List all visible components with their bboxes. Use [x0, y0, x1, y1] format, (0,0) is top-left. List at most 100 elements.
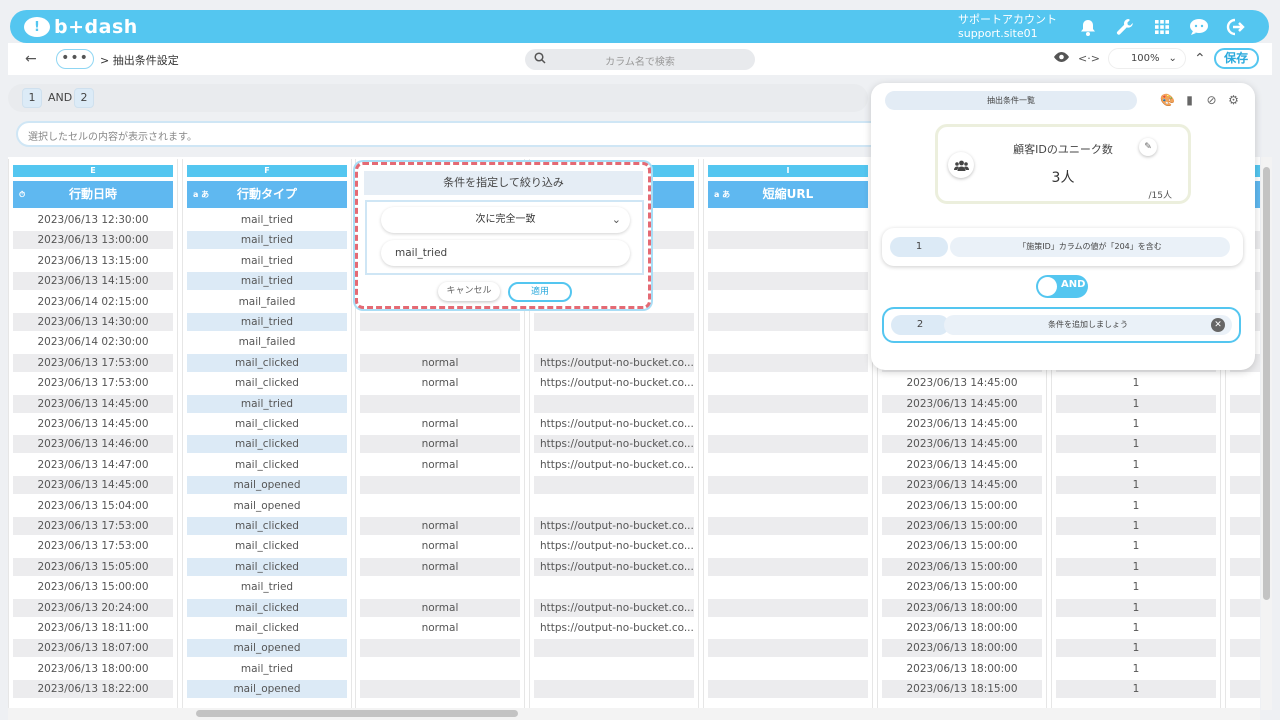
table-cell[interactable]	[1230, 557, 1260, 576]
table-cell[interactable]: 2023/06/13 14:46:00	[13, 435, 173, 454]
table-cell[interactable]: https://output-no-bucket.co...	[534, 456, 694, 474]
table-cell[interactable]: 1	[1056, 517, 1216, 535]
table-cell[interactable]: normal	[360, 415, 520, 433]
table-cell[interactable]: mail_tried	[187, 394, 347, 413]
condition-chip-2[interactable]: 2	[74, 88, 94, 108]
table-cell[interactable]: normal	[360, 619, 520, 637]
table-cell[interactable]: 1	[1056, 639, 1216, 658]
table-cell[interactable]	[1230, 619, 1260, 637]
table-cell[interactable]: mail_clicked	[187, 435, 347, 454]
table-cell[interactable]: 2023/06/13 17:53:00	[13, 374, 173, 392]
grid-icon[interactable]	[1149, 16, 1174, 38]
code-icon[interactable]: <·>	[1078, 52, 1100, 65]
table-cell[interactable]: 2023/06/13 18:11:00	[13, 619, 173, 637]
table-cell[interactable]: 2023/06/13 12:30:00	[13, 211, 173, 229]
table-cell[interactable]: https://output-no-bucket.co...	[534, 374, 694, 392]
table-cell[interactable]	[708, 415, 868, 433]
table-cell[interactable]	[708, 680, 868, 699]
table-cell[interactable]	[534, 578, 694, 596]
table-cell[interactable]: 1	[1056, 537, 1216, 555]
table-cell[interactable]: 2023/06/13 18:07:00	[13, 639, 173, 658]
column-header[interactable]: a あ 短縮URL	[708, 181, 868, 208]
table-cell[interactable]: mail_tried	[187, 252, 347, 270]
table-cell[interactable]: 2023/06/13 18:00:00	[13, 660, 173, 678]
settings-icon[interactable]: ⚙	[1225, 91, 1242, 108]
table-cell[interactable]: 2023/06/13 14:45:00	[13, 476, 173, 495]
eye-icon[interactable]	[1053, 51, 1070, 66]
table-cell[interactable]: 2023/06/13 14:45:00	[13, 394, 173, 413]
table-cell[interactable]	[1230, 415, 1260, 433]
table-cell[interactable]: https://output-no-bucket.co...	[534, 435, 694, 454]
table-cell[interactable]: 2023/06/13 18:00:00	[882, 639, 1042, 658]
back-arrow-icon[interactable]: ←	[25, 51, 37, 67]
table-cell[interactable]: normal	[360, 517, 520, 535]
table-cell[interactable]: 1	[1056, 680, 1216, 699]
more-button[interactable]: •••	[56, 49, 94, 69]
table-cell[interactable]: mail_clicked	[187, 537, 347, 555]
table-cell[interactable]: mail_failed	[187, 333, 347, 351]
table-cell[interactable]: mail_opened	[187, 497, 347, 515]
table-cell[interactable]	[360, 680, 520, 699]
table-cell[interactable]: mail_tried	[187, 660, 347, 678]
table-cell[interactable]: 1	[1056, 619, 1216, 637]
table-cell[interactable]	[1230, 497, 1260, 515]
table-cell[interactable]	[708, 374, 868, 392]
table-cell[interactable]	[534, 639, 694, 658]
table-cell[interactable]: 2023/06/13 18:15:00	[882, 680, 1042, 699]
column-header[interactable]: a あ 行動タイプ	[187, 181, 347, 208]
document-icon[interactable]: ▮	[1181, 91, 1198, 108]
table-cell[interactable]	[1230, 578, 1260, 596]
table-cell[interactable]	[1230, 680, 1260, 699]
table-cell[interactable]: https://output-no-bucket.co...	[534, 598, 694, 617]
table-cell[interactable]	[1230, 598, 1260, 617]
table-cell[interactable]: 2023/06/13 18:00:00	[882, 660, 1042, 678]
table-cell[interactable]: 2023/06/13 14:45:00	[882, 435, 1042, 454]
table-cell[interactable]: 2023/06/13 18:00:00	[882, 598, 1042, 617]
table-cell[interactable]: mail_clicked	[187, 456, 347, 474]
table-cell[interactable]: 2023/06/13 14:45:00	[882, 415, 1042, 433]
zoom-select[interactable]: 100% ⌄	[1107, 48, 1186, 69]
table-cell[interactable]: 2023/06/13 15:00:00	[882, 537, 1042, 555]
close-icon[interactable]: ✕	[1211, 318, 1225, 332]
table-cell[interactable]: mail_clicked	[187, 415, 347, 433]
table-cell[interactable]: normal	[360, 537, 520, 555]
table-cell[interactable]: 2023/06/13 15:05:00	[13, 557, 173, 576]
table-cell[interactable]: mail_opened	[187, 476, 347, 495]
table-cell[interactable]: mail_clicked	[187, 598, 347, 617]
table-cell[interactable]: 2023/06/13 20:24:00	[13, 598, 173, 617]
table-cell[interactable]: 1	[1056, 497, 1216, 515]
table-cell[interactable]	[1230, 476, 1260, 495]
table-cell[interactable]	[360, 476, 520, 495]
logo[interactable]: ! b+dash	[24, 16, 138, 38]
table-cell[interactable]: mail_clicked	[187, 353, 347, 372]
filter-value-input[interactable]: mail_tried	[381, 240, 630, 266]
table-cell[interactable]: mail_clicked	[187, 557, 347, 576]
table-cell[interactable]	[708, 313, 868, 331]
table-cell[interactable]	[360, 660, 520, 678]
table-cell[interactable]	[1230, 660, 1260, 678]
table-cell[interactable]: https://output-no-bucket.co...	[534, 415, 694, 433]
table-cell[interactable]: 2023/06/13 13:00:00	[13, 231, 173, 250]
table-cell[interactable]: 1	[1056, 394, 1216, 413]
table-cell[interactable]: normal	[360, 456, 520, 474]
table-cell[interactable]: https://output-no-bucket.co...	[534, 353, 694, 372]
table-cell[interactable]: 2023/06/13 14:30:00	[13, 313, 173, 331]
table-cell[interactable]	[1230, 394, 1260, 413]
table-cell[interactable]	[360, 578, 520, 596]
table-cell[interactable]: 2023/06/14 02:30:00	[13, 333, 173, 351]
table-cell[interactable]: https://output-no-bucket.co...	[534, 537, 694, 555]
table-cell[interactable]: 2023/06/13 15:00:00	[13, 578, 173, 596]
condition-chip-1[interactable]: 1	[22, 88, 42, 108]
cancel-button[interactable]: キャンセル	[438, 282, 500, 301]
wrench-icon[interactable]	[1112, 16, 1137, 38]
table-cell[interactable]: 2023/06/13 17:53:00	[13, 353, 173, 372]
bell-icon[interactable]	[1075, 16, 1100, 38]
table-cell[interactable]: https://output-no-bucket.co...	[534, 517, 694, 535]
table-cell[interactable]	[708, 476, 868, 495]
table-cell[interactable]: mail_clicked	[187, 374, 347, 392]
cell-content-bar[interactable]: 選択したセルの内容が表示されます。	[16, 121, 886, 147]
table-cell[interactable]	[708, 435, 868, 454]
chat-icon[interactable]	[1186, 16, 1211, 38]
table-cell[interactable]	[708, 333, 868, 351]
table-cell[interactable]	[708, 293, 868, 311]
